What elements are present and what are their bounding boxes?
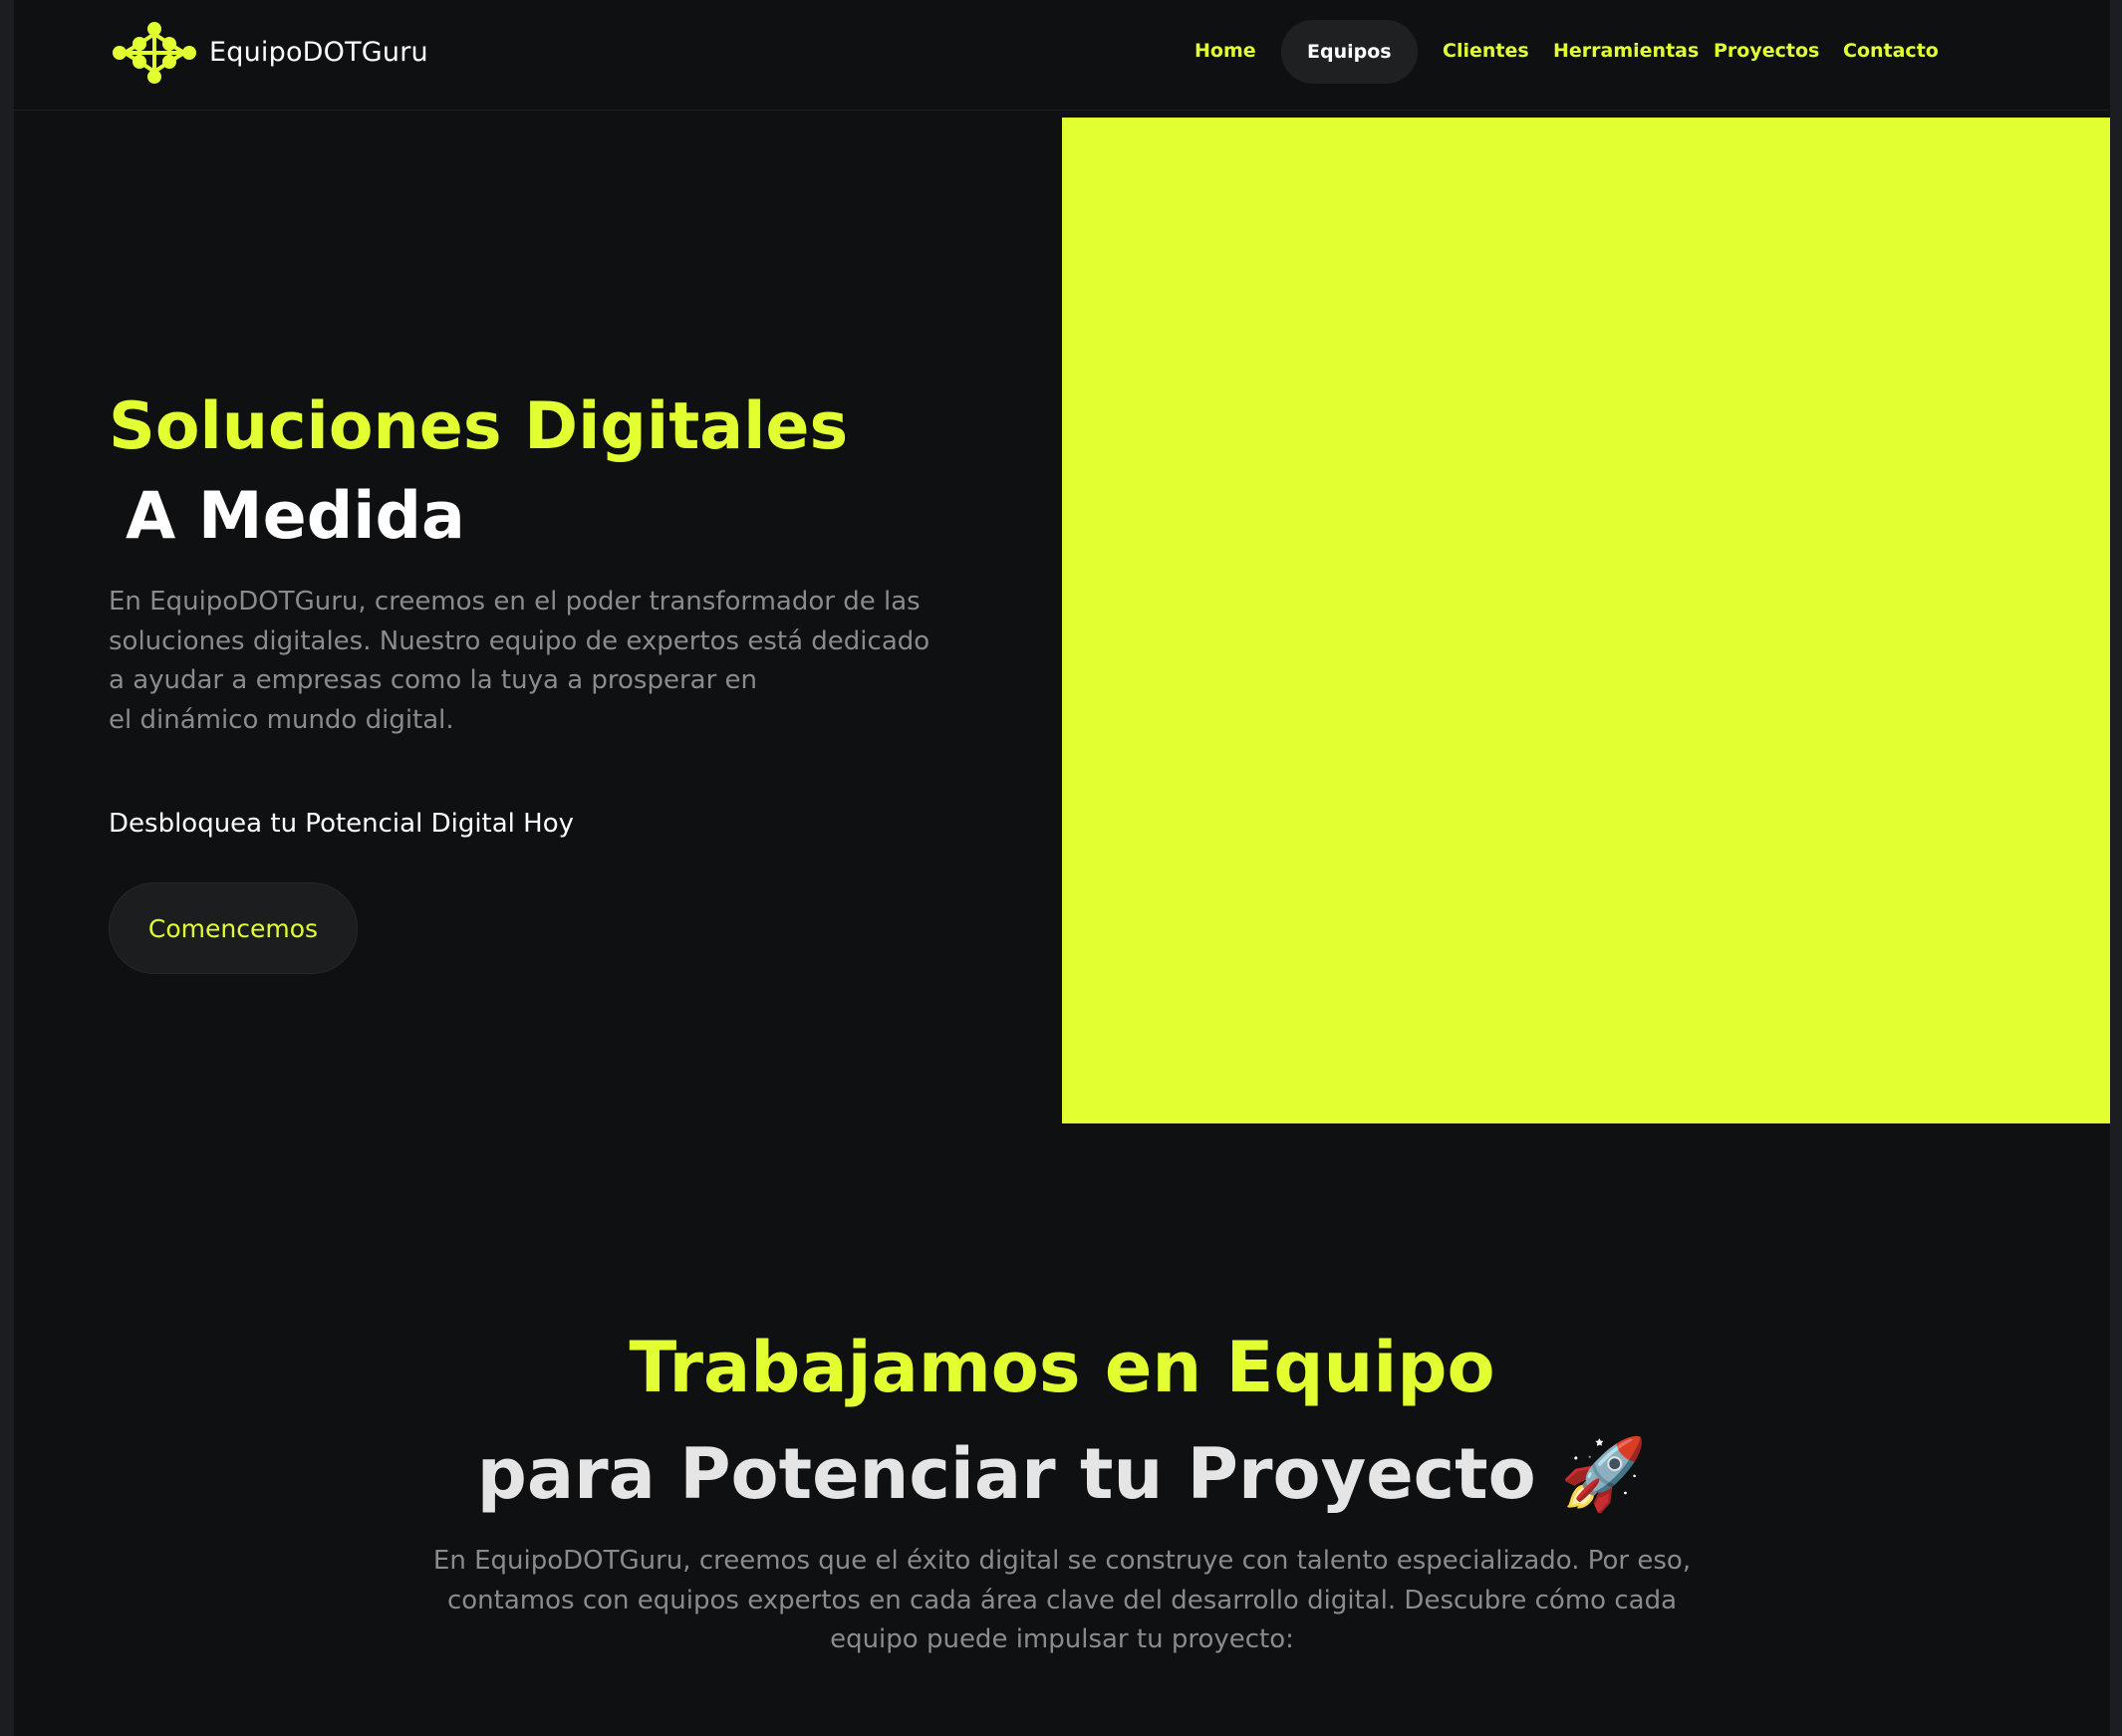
nav-home[interactable]: Home — [1194, 40, 1256, 62]
get-started-button[interactable]: Comencemos — [109, 882, 358, 974]
hero-title-line1: Soluciones Digitales — [109, 389, 849, 464]
hero-cta-text: Desbloquea tu Potencial Digital Hoy — [109, 809, 575, 839]
nav-proyectos[interactable]: Proyectos — [1714, 40, 1819, 62]
teams-title-line1: Trabajamos en Equipo — [629, 1327, 1495, 1408]
nav-herramientas[interactable]: Herramientas — [1553, 40, 1699, 62]
page-frame: EquipoDOTGuru Home Equipos Clientes Herr… — [14, 0, 2110, 1736]
hero-title: Soluciones Digitales A Medida — [109, 382, 848, 562]
teams-section-title: Trabajamos en Equipo para Potenciar tu P… — [14, 1315, 2110, 1528]
top-navbar: EquipoDOTGuru Home Equipos Clientes Herr… — [14, 0, 2110, 111]
brand-name[interactable]: EquipoDOTGuru — [209, 37, 428, 68]
hero-visual-block — [1062, 118, 2110, 1123]
nav-contacto[interactable]: Contacto — [1843, 40, 1939, 62]
hero-description: En EquipoDOTGuru, creemos en el poder tr… — [109, 587, 930, 735]
dots-logo-icon[interactable] — [112, 22, 197, 84]
nav-equipos[interactable]: Equipos — [1281, 20, 1418, 84]
teams-section-description: En EquipoDOTGuru, creemos que el éxito d… — [432, 1546, 1692, 1654]
nav-clientes[interactable]: Clientes — [1443, 40, 1529, 62]
hero-title-line2: A Medida — [126, 479, 465, 554]
teams-title-line2: para Potenciar tu Proyecto 🚀 — [476, 1433, 1648, 1515]
